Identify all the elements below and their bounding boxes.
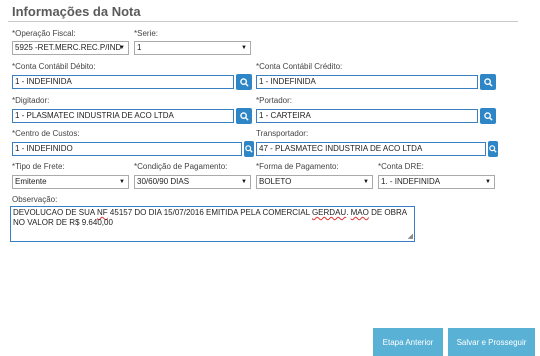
serie-select[interactable]: 1 ▼ [134,41,251,55]
condicao-pagamento-label: *Condição de Pagamento: [134,162,228,171]
conta-debito-search-button[interactable] [236,74,252,90]
centro-custos-input[interactable]: 1 - INDEFINIDO [12,142,242,156]
observacao-label: Observação: [12,195,58,204]
search-icon [483,77,493,87]
digitador-input[interactable]: 1 - PLASMATEC INDUSTRIA DE ACO LTDA [12,109,234,123]
portador-search-button[interactable] [480,108,496,124]
search-icon [489,145,497,153]
observacao-spellcheck-word: MAO [350,208,369,217]
tipo-frete-select[interactable]: Emitente ▼ [12,175,129,189]
forma-pagamento-label: *Forma de Pagamento: [256,162,339,171]
observacao-spellcheck-word: GERDAU [311,208,347,217]
condicao-pagamento-select[interactable]: 30/60/90 DIAS ▼ [134,175,251,189]
observacao-textarea[interactable]: DEVOLUCAO DE SUA NF 45157 DO DIA 15/07/2… [10,206,415,242]
digitador-search-button[interactable] [236,108,252,124]
operacao-fiscal-select[interactable]: 5925 -RET.MERC.REC.P/IND ▼ [12,41,129,55]
observacao-spellcheck-word: NF [97,208,108,217]
forma-pagamento-select[interactable]: BOLETO ▼ [256,175,373,189]
transportador-search-button[interactable] [488,141,498,157]
conta-credito-input[interactable]: 1 - INDEFINIDA [256,75,478,89]
search-icon [245,145,253,153]
conta-credito-search-button[interactable] [480,74,496,90]
serie-value: 1 [137,43,142,52]
search-icon [239,111,249,121]
operacao-fiscal-value: 5925 -RET.MERC.REC.P/IND [15,43,122,52]
title-divider [8,21,518,22]
chevron-down-icon: ▼ [363,179,369,185]
portador-label: *Portador: [256,96,293,105]
chevron-down-icon: ▼ [119,179,125,185]
tipo-frete-label: *Tipo de Frete: [12,162,65,171]
centro-custos-label: *Centro de Custos: [12,129,80,138]
serie-label: *Serie: [134,29,159,38]
centro-custos-search-button[interactable] [244,141,254,157]
section-title: Informações da Nota [12,4,141,19]
chevron-down-icon: ▼ [485,179,491,185]
conta-dre-label: *Conta DRE: [378,162,424,171]
search-icon [483,111,493,121]
chevron-down-icon: ▼ [241,45,247,51]
operacao-fiscal-label: *Operação Fiscal: [12,29,76,38]
previous-step-button[interactable]: Etapa Anterior [373,328,443,356]
condicao-pagamento-value: 30/60/90 DIAS [137,177,190,186]
conta-dre-select[interactable]: 1. - INDEFINIDA ▼ [378,175,495,189]
observacao-text-part: DEVOLUCAO DE SUA [13,208,98,217]
conta-credito-label: *Conta Contábil Crédito: [256,62,343,71]
transportador-input[interactable]: 47 - PLASMATEC INDUSTRIA DE ACO LTDA [256,142,486,156]
forma-pagamento-value: BOLETO [259,177,292,186]
conta-debito-input[interactable]: 1 - INDEFINIDA [12,75,234,89]
save-and-continue-button[interactable]: Salvar e Prosseguir [448,328,535,356]
portador-input[interactable]: 1 - CARTEIRA [256,109,478,123]
tipo-frete-value: Emitente [15,177,47,186]
chevron-down-icon: ▼ [119,45,125,51]
conta-debito-label: *Conta Contábil Débito: [12,62,96,71]
digitador-label: *Digitador: [12,96,50,105]
resize-grip-icon[interactable]: ◢ [408,233,413,240]
chevron-down-icon: ▼ [241,179,247,185]
search-icon [239,77,249,87]
conta-dre-value: 1. - INDEFINIDA [381,177,441,186]
transportador-label: Transportador: [256,129,309,138]
observacao-text-part: 45157 DO DIA 15/07/2016 EMITIDA PELA COM… [107,208,312,217]
